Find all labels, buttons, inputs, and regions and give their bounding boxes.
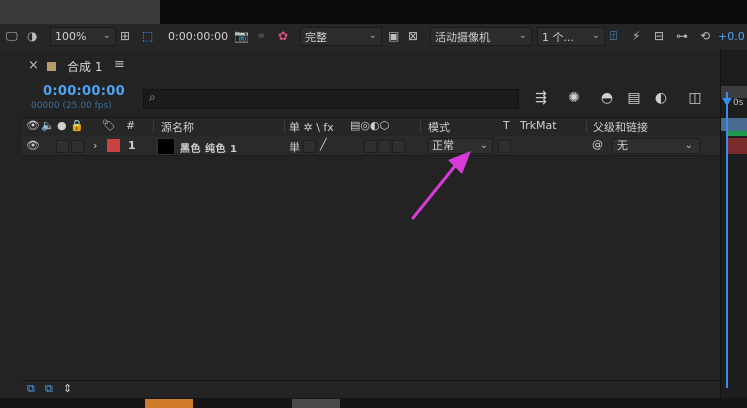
annotation-arrow	[411, 151, 471, 220]
